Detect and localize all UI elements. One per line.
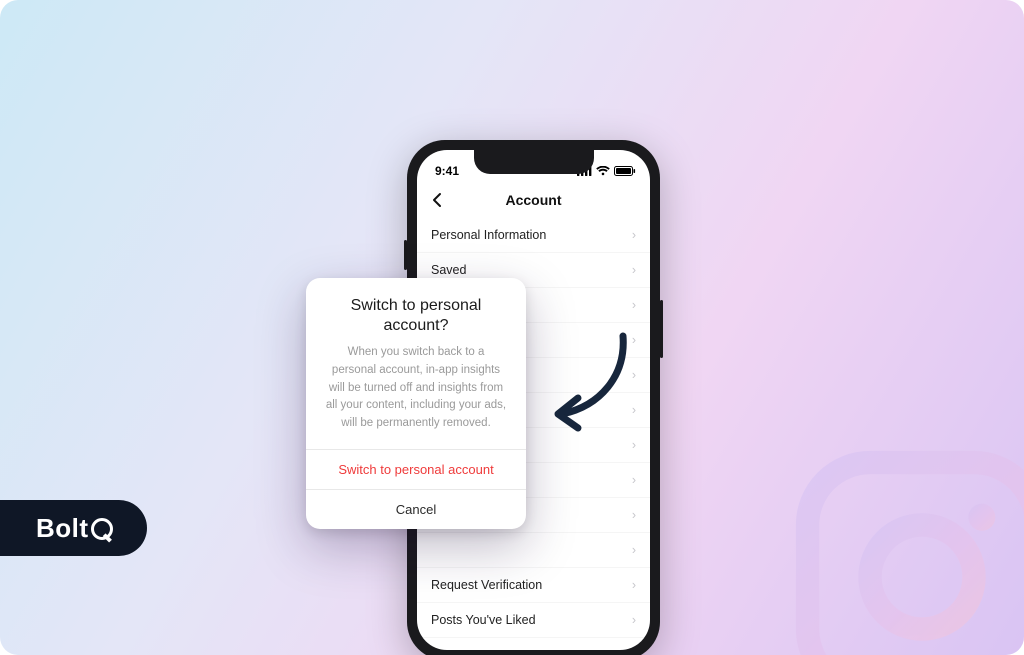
instagram-glyph-icon [792, 447, 1024, 655]
chevron-right-icon: › [632, 473, 636, 487]
chevron-right-icon: › [632, 508, 636, 522]
status-time: 9:41 [435, 164, 459, 178]
battery-icon [614, 166, 636, 176]
page-title: Account [506, 192, 562, 208]
chevron-right-icon: › [632, 613, 636, 627]
list-item[interactable]: .› [417, 533, 650, 568]
row-request-verification[interactable]: Request Verification› [417, 568, 650, 603]
modal-body: When you switch back to a personal accou… [306, 344, 526, 449]
chevron-right-icon: › [632, 298, 636, 312]
switch-account-modal: Switch to personal account? When you swi… [306, 278, 526, 529]
phone-side-button [404, 240, 407, 270]
brand-name: Bolt [36, 513, 89, 544]
wifi-icon [596, 166, 610, 176]
phone-notch [474, 150, 594, 174]
chevron-right-icon: › [632, 263, 636, 277]
back-button[interactable] [425, 188, 449, 212]
chevron-left-icon [431, 192, 443, 208]
phone-side-button [660, 300, 663, 358]
chevron-right-icon: › [632, 228, 636, 242]
brand-badge: Bolt [0, 500, 147, 556]
chevron-right-icon: › [632, 578, 636, 592]
annotation-arrow-icon [548, 328, 638, 438]
promo-canvas: 9:41 Account [0, 0, 1024, 655]
cancel-button[interactable]: Cancel [306, 489, 526, 529]
brand-q-icon [91, 518, 113, 540]
chevron-right-icon: › [632, 543, 636, 557]
modal-title: Switch to personal account? [306, 278, 526, 344]
nav-header: Account [417, 182, 650, 218]
switch-to-personal-button[interactable]: Switch to personal account [306, 449, 526, 489]
row-posts-youve-liked[interactable]: Posts You've Liked› [417, 603, 650, 638]
chevron-right-icon: › [632, 438, 636, 452]
row-personal-information[interactable]: Personal Information› [417, 218, 650, 253]
